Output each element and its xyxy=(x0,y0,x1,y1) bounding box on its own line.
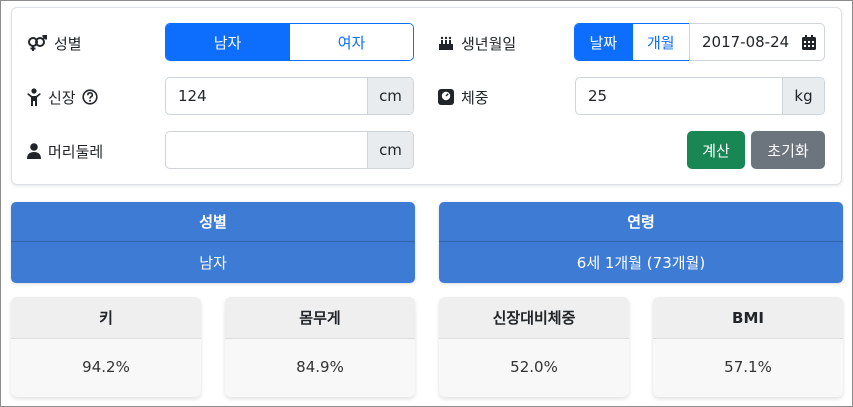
stat-header: 키 xyxy=(11,297,201,339)
gender-label-text: 성별 xyxy=(54,34,82,53)
height-input-group: 124 cm xyxy=(165,77,414,115)
weight-label: 체중 xyxy=(438,85,489,109)
result-age-value: 6세 1개월 (73개월) xyxy=(576,253,706,272)
stat-card-bmi: BMI 57.1% xyxy=(653,297,843,397)
birthday-cake-icon xyxy=(439,36,453,50)
weight-label-text: 체중 xyxy=(461,88,489,107)
reset-button[interactable]: 초기화 xyxy=(751,131,825,169)
result-gender-card: 성별 남자 xyxy=(11,202,415,283)
birthdate-label-text: 생년월일 xyxy=(461,34,517,53)
stat-value: 57.1% xyxy=(653,339,843,395)
head-label-text: 머리둘레 xyxy=(48,142,104,161)
calculate-button[interactable]: 계산 xyxy=(687,131,745,169)
gender-toggle: 남자 여자 xyxy=(165,23,414,61)
weight-unit: kg xyxy=(782,78,824,114)
result-age-card: 연령 6세 1개월 (73개월) xyxy=(439,202,843,283)
stat-header: 몸무게 xyxy=(225,297,415,339)
result-age-header: 연령 xyxy=(439,202,843,242)
result-gender-value: 남자 xyxy=(199,253,227,272)
stat-card-weight-for-height: 신장대비체중 52.0% xyxy=(439,297,629,397)
gender-option-female[interactable]: 여자 xyxy=(289,24,413,60)
calendar-icon[interactable] xyxy=(802,34,816,50)
birthdate-mode-date[interactable]: 날짜 xyxy=(575,24,632,60)
stat-card-weight: 몸무게 84.9% xyxy=(225,297,415,397)
height-unit: cm xyxy=(367,78,413,114)
stat-header: BMI xyxy=(653,297,843,339)
weight-input[interactable]: 25 xyxy=(576,78,782,114)
head-input-group: cm xyxy=(165,131,414,169)
stat-value: 52.0% xyxy=(439,339,629,395)
result-gender-header: 성별 xyxy=(11,202,415,242)
birthdate-mode-months[interactable]: 개월 xyxy=(631,24,689,60)
stat-value: 94.2% xyxy=(11,339,201,395)
gender-option-male[interactable]: 남자 xyxy=(166,24,289,60)
head-label: 머리둘레 xyxy=(27,139,103,163)
birthdate-value: 2017-08-24 xyxy=(702,33,790,51)
birthdate-mode-toggle: 날짜 개월 xyxy=(574,23,690,61)
head-input[interactable] xyxy=(166,132,367,168)
child-icon xyxy=(27,88,41,106)
weight-input-group: 25 kg xyxy=(575,77,825,115)
birthdate-input[interactable]: 2017-08-24 xyxy=(689,23,825,61)
birthdate-label: 생년월일 xyxy=(438,31,516,55)
gender-label: 성별 xyxy=(27,31,82,55)
height-label-text: 신장 xyxy=(48,88,76,107)
stat-header: 신장대비체중 xyxy=(439,297,629,339)
height-label: 신장 xyxy=(27,85,98,109)
gender-icon xyxy=(28,35,47,51)
weight-scale-icon xyxy=(438,89,454,105)
stat-value: 84.9% xyxy=(225,339,415,395)
height-input[interactable]: 124 xyxy=(166,78,367,114)
question-circle-icon[interactable] xyxy=(82,89,98,105)
head-unit: cm xyxy=(367,132,413,168)
user-icon xyxy=(27,143,41,159)
stat-card-height: 키 94.2% xyxy=(11,297,201,397)
app-frame: 성별 남자 여자 생년월일 날짜 개월 2017-08-24 신장 124 cm… xyxy=(0,0,853,407)
